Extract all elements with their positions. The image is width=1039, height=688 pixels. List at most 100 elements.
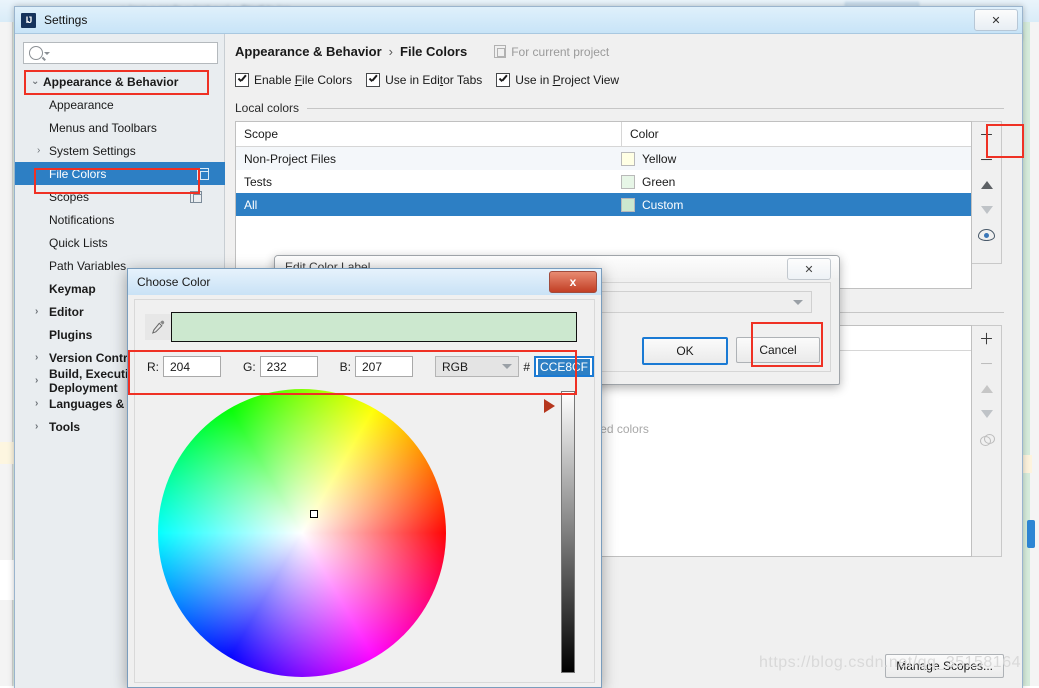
close-icon[interactable]: ✕ [787, 258, 831, 280]
move-down-button[interactable] [976, 405, 998, 423]
local-colors-toolbar: ＋ － [972, 121, 1002, 264]
checkbox-use-in-project-view[interactable]: Use in Project View [496, 73, 619, 87]
cell-scope: Tests [236, 175, 613, 189]
chevron-right-icon: › [35, 421, 38, 432]
checkbox-icon [235, 73, 249, 87]
sidebar-item-label: Keymap [49, 282, 96, 296]
breadcrumb-parent[interactable]: Appearance & Behavior [235, 44, 382, 59]
chevron-down-icon [44, 52, 50, 55]
column-header-scope[interactable]: Scope [236, 122, 622, 146]
chevron-right-icon: › [35, 398, 38, 409]
sidebar-item-label: Editor [49, 305, 84, 319]
choose-color-body: R: 204 G: 232 B: 207 RGB # CCE8CF [134, 299, 595, 683]
cell-color: Yellow [613, 152, 971, 166]
b-label: B: [340, 360, 351, 374]
g-input[interactable]: 232 [260, 356, 318, 377]
sidebar-item-label: Menus and Toolbars [49, 121, 157, 135]
sidebar-item-appearance-behavior[interactable]: ⌄ Appearance & Behavior [23, 70, 218, 93]
table-header: Scope Color [236, 122, 971, 147]
cell-color: Green [613, 175, 971, 189]
color-name: Green [642, 175, 675, 189]
brightness-slider-marker[interactable] [544, 399, 555, 413]
ok-button[interactable]: OK [642, 337, 728, 365]
b-input[interactable]: 207 [355, 356, 413, 377]
g-label: G: [243, 360, 256, 374]
sidebar-item-label: Version Control [49, 351, 138, 365]
add-button[interactable]: ＋ [976, 330, 998, 348]
move-up-button[interactable] [976, 176, 998, 194]
add-button[interactable]: ＋ [976, 126, 998, 144]
color-name: Custom [642, 198, 683, 212]
checkbox-label: Use in Project View [515, 73, 619, 87]
rgb-fields-row: R: 204 G: 232 B: 207 RGB # CCE8CF [147, 356, 594, 377]
r-input[interactable]: 204 [163, 356, 221, 377]
sidebar-item-label: Path Variables [49, 259, 126, 273]
local-colors-group-label: Local colors [235, 101, 1022, 115]
color-wheel[interactable] [158, 389, 446, 677]
table-row[interactable]: All Custom [236, 193, 971, 216]
chevron-right-icon: › [35, 375, 38, 386]
chevron-right-icon: › [35, 306, 38, 317]
window-title: Settings [44, 13, 87, 27]
chevron-down-icon: ⌄ [31, 76, 39, 87]
sidebar-item-label: Tools [49, 420, 80, 434]
sidebar-item-system-settings[interactable]: › System Settings [23, 139, 218, 162]
sidebar-item-label: File Colors [49, 167, 106, 181]
close-icon[interactable]: ✕ [974, 9, 1018, 31]
chevron-right-icon: › [37, 145, 40, 156]
sidebar-item-notifications[interactable]: Notifications [23, 208, 218, 231]
cancel-button[interactable]: Cancel [736, 337, 820, 363]
table-row[interactable]: Non-Project Files Yellow [236, 147, 971, 170]
color-preview-swatch [171, 312, 577, 342]
sidebar-item-label: Appearance [49, 98, 114, 112]
column-header-color[interactable]: Color [622, 122, 971, 146]
file-colors-options: Enable File Colors Use in Editor Tabs Us… [235, 73, 1022, 87]
color-mode-select[interactable]: RGB [435, 356, 519, 377]
breadcrumb: Appearance & Behavior › File Colors For … [235, 44, 1022, 59]
search-input[interactable] [23, 42, 218, 64]
edit-dialog-buttons: OK Cancel [642, 337, 820, 365]
scope-note-label: For current project [511, 45, 609, 59]
eyedropper-icon[interactable] [145, 314, 171, 340]
checkbox-enable-file-colors[interactable]: Enable File Colors [235, 73, 352, 87]
color-swatch [621, 175, 635, 189]
choose-color-dialog: Choose Color x R: 204 G: 232 B: 207 RGB [127, 268, 602, 688]
move-up-button[interactable] [976, 380, 998, 398]
share-button[interactable] [976, 226, 998, 244]
sidebar-item-scopes[interactable]: Scopes [23, 185, 218, 208]
choose-color-titlebar: Choose Color x [128, 269, 601, 295]
copy-icon[interactable] [190, 191, 202, 203]
sidebar-item-appearance[interactable]: Appearance [23, 93, 218, 116]
remove-button[interactable]: － [976, 355, 998, 373]
move-down-button[interactable] [976, 201, 998, 219]
sidebar-item-quick-lists[interactable]: Quick Lists [23, 231, 218, 254]
sidebar-item-label: Scopes [49, 190, 89, 204]
watermark: https://blog.csdn.net/qq_35158164 [759, 654, 1021, 672]
color-wheel-cursor[interactable] [310, 510, 318, 518]
shared-colors-toolbar: ＋ － [972, 325, 1002, 557]
color-swatch [621, 198, 635, 212]
close-icon[interactable]: x [549, 271, 597, 293]
sidebar-item-menus-toolbars[interactable]: Menus and Toolbars [23, 116, 218, 139]
table-row[interactable]: Tests Green [236, 170, 971, 193]
checkbox-label: Use in Editor Tabs [385, 73, 482, 87]
unshare-button[interactable] [976, 430, 998, 448]
copy-icon[interactable] [197, 168, 209, 180]
sidebar-item-label: Appearance & Behavior [31, 75, 178, 89]
brightness-slider[interactable] [561, 391, 575, 673]
checkbox-label: Enable File Colors [254, 73, 352, 87]
hex-value: CCE8CF [538, 359, 590, 375]
breadcrumb-separator: › [389, 44, 393, 59]
project-scope-icon [494, 45, 506, 58]
hex-input[interactable]: CCE8CF [534, 356, 594, 377]
sidebar-item-label: Plugins [49, 328, 92, 342]
cell-color: Custom [613, 198, 971, 212]
local-colors-label: Local colors [235, 101, 299, 115]
checkbox-use-in-editor-tabs[interactable]: Use in Editor Tabs [366, 73, 482, 87]
scope-note: For current project [494, 45, 609, 59]
ide-right-gutter [1030, 22, 1039, 686]
search-icon [29, 46, 43, 60]
divider [307, 108, 1004, 109]
sidebar-item-file-colors[interactable]: File Colors [15, 162, 225, 185]
remove-button[interactable]: － [976, 151, 998, 169]
